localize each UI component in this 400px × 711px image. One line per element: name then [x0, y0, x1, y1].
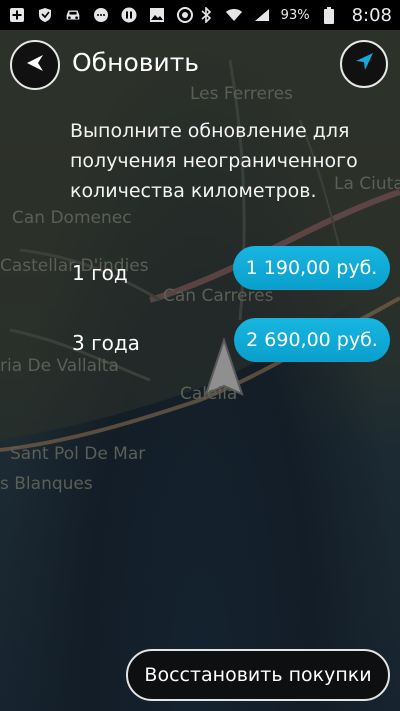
map-label-can-domenec: Can Domenec: [12, 208, 132, 228]
bluetooth-icon: [197, 6, 215, 24]
car-icon: [64, 6, 82, 24]
map-label-blanques: s Blanques: [0, 474, 93, 494]
map-label-les-ferreres: Les Ferreres: [190, 84, 293, 104]
map-label-vallalta: ria De Vallalta: [0, 356, 119, 376]
status-bar-right: 93% 8:08: [197, 5, 392, 26]
add-notification-icon: [8, 6, 26, 24]
status-bar-left: [8, 6, 194, 24]
battery-icon: [320, 6, 338, 24]
plan-label-1-year: 1 год: [72, 261, 128, 285]
battery-percent: 93%: [280, 7, 310, 23]
upgrade-description: Выполните обновление для получения неогр…: [70, 120, 358, 202]
restore-purchases-button[interactable]: Восстановить покупки: [126, 649, 390, 701]
map-label-sant-pol: Sant Pol De Mar: [10, 444, 146, 464]
price-button-3-years[interactable]: 2 690,00 руб.: [234, 318, 390, 362]
back-button[interactable]: [10, 40, 60, 90]
map-label-calella: Calella: [180, 384, 238, 404]
navigation-arrow-icon: [353, 51, 375, 77]
pause-icon: [120, 6, 138, 24]
shield-icon: [36, 6, 54, 24]
price-button-1-year[interactable]: 1 190,00 руб.: [233, 246, 390, 290]
navigation-button[interactable]: [340, 40, 388, 88]
signal-icon: [253, 6, 271, 24]
chat-icon: [92, 6, 110, 24]
image-icon: [148, 6, 166, 24]
wifi-icon: [225, 6, 243, 24]
page-title: Обновить: [72, 48, 200, 77]
target-icon: [176, 6, 194, 24]
back-arrow-icon: [25, 53, 45, 77]
plan-label-3-years: 3 года: [72, 331, 140, 355]
status-bar: 93% 8:08: [0, 0, 400, 30]
clock-time: 8:08: [351, 4, 392, 26]
